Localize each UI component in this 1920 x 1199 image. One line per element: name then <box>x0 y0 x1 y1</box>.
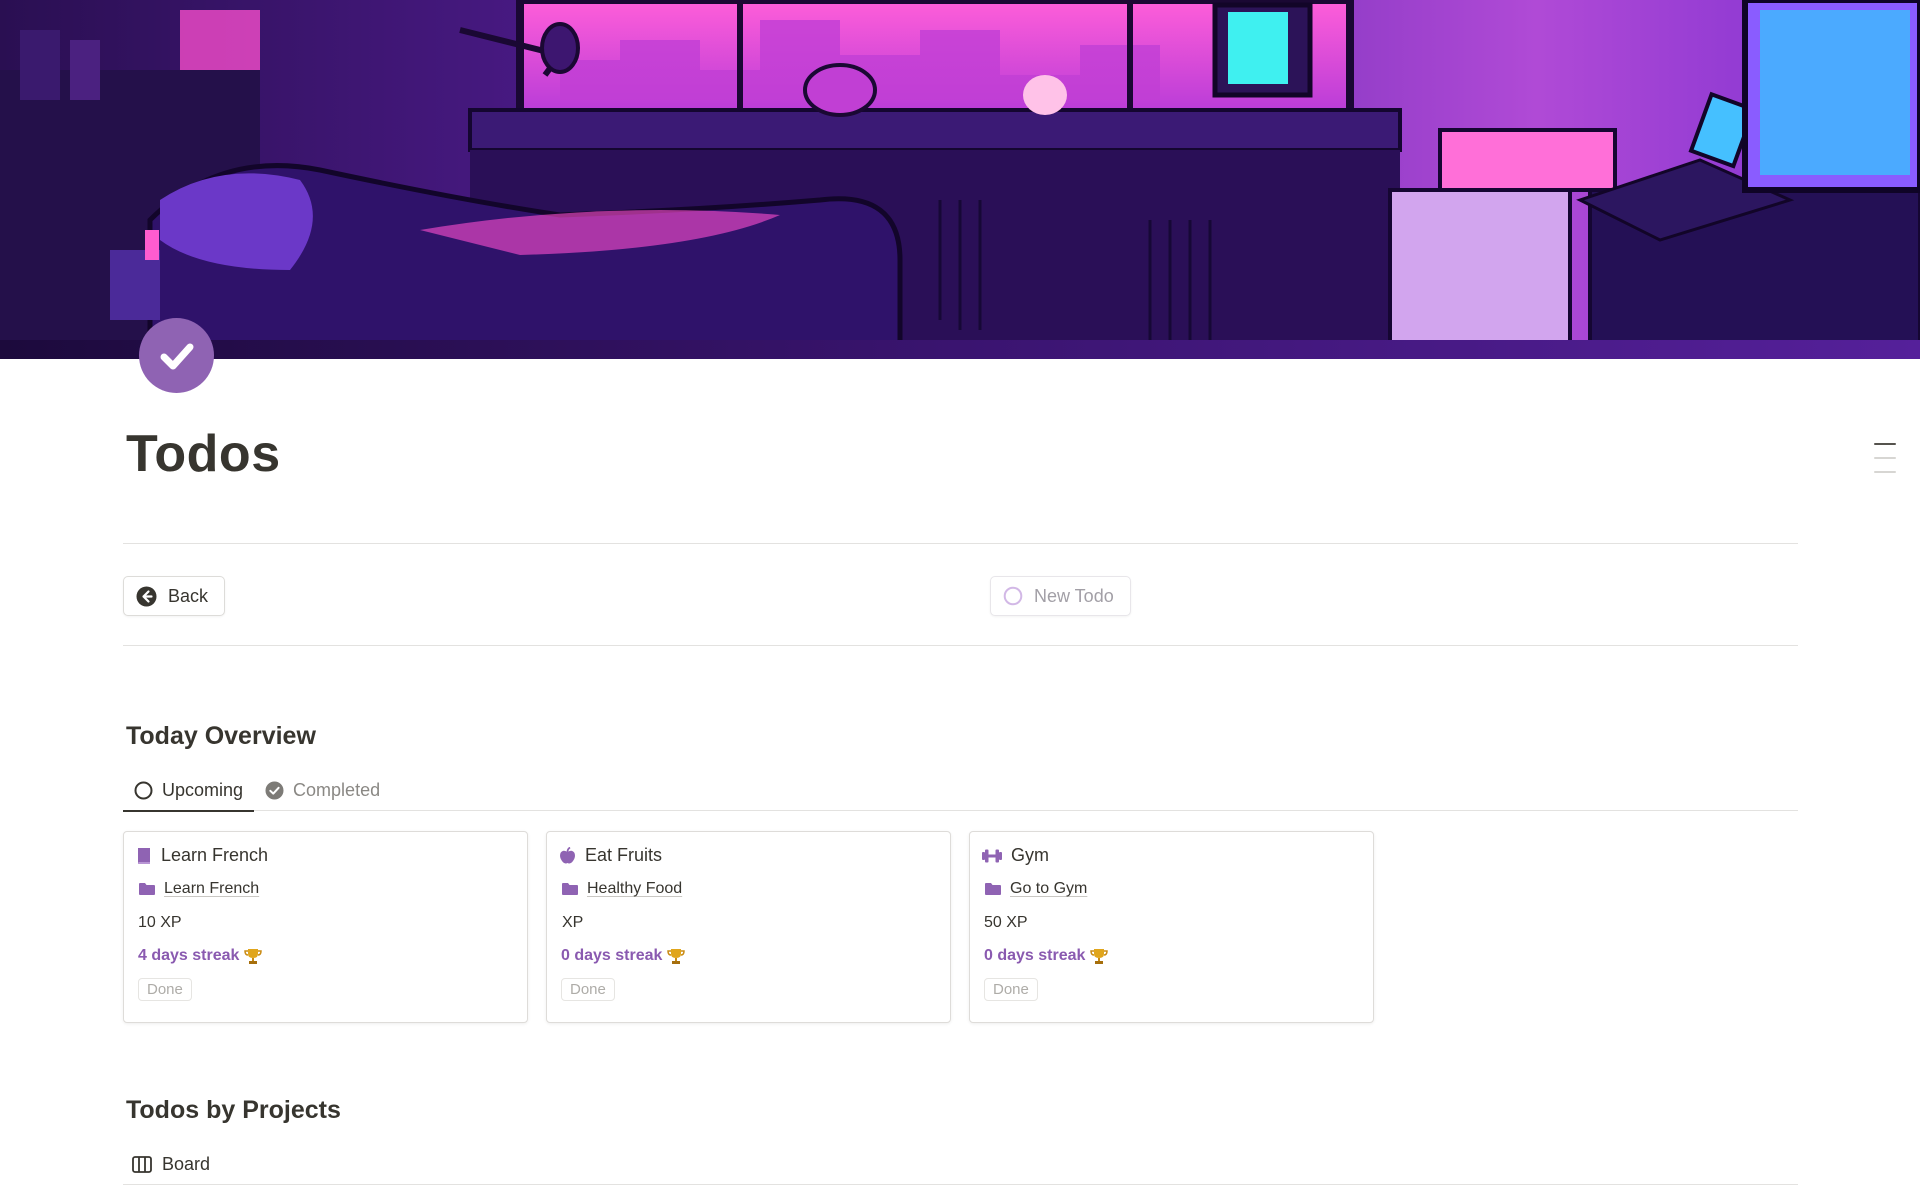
streak-text: 0 days streak <box>984 947 1109 965</box>
todo-card[interactable]: Eat Fruits Healthy Food XP 0 days streak… <box>546 831 951 1023</box>
back-button-label: Back <box>168 585 209 606</box>
folder-icon <box>985 882 1001 896</box>
checkmark-circle-icon[interactable] <box>139 318 214 393</box>
todos-by-projects-heading: Todos by Projects <box>126 1096 341 1124</box>
check-circle-icon <box>265 781 284 800</box>
table-of-contents-indicator[interactable] <box>1874 443 1896 485</box>
project-link[interactable]: Learn French <box>139 880 259 898</box>
trophy-icon <box>244 947 263 965</box>
done-button[interactable]: Done <box>984 978 1038 1001</box>
arrow-left-circle-icon <box>136 586 157 607</box>
done-button[interactable]: Done <box>138 978 192 1001</box>
card-title: Learn French <box>161 845 269 865</box>
trophy-icon <box>667 947 686 965</box>
new-todo-button-label: New Todo <box>1034 585 1114 606</box>
back-button[interactable]: Back <box>123 576 226 616</box>
xp-value: XP <box>562 914 584 931</box>
circle-outline-icon <box>1003 586 1023 606</box>
streak-label: 0 days streak <box>561 947 663 964</box>
card-title: Eat Fruits <box>585 845 663 865</box>
divider <box>123 543 1798 544</box>
trophy-icon <box>1090 947 1109 965</box>
book-icon <box>136 847 152 865</box>
project-name: Learn French <box>164 880 260 897</box>
apple-icon <box>559 846 576 865</box>
cover-image <box>0 0 1920 359</box>
xp-value: 10 XP <box>138 914 182 931</box>
card-title: Gym <box>1011 845 1049 865</box>
tab-board[interactable]: Board <box>123 1144 1798 1185</box>
project-name: Healthy Food <box>587 880 683 897</box>
folder-icon <box>562 882 578 896</box>
streak-text: 4 days streak <box>138 947 263 965</box>
tab-label: Upcoming <box>162 780 244 800</box>
new-todo-button[interactable]: New Todo <box>990 576 1131 616</box>
project-link[interactable]: Go to Gym <box>985 880 1087 898</box>
board-columns-icon <box>132 1155 152 1173</box>
view-tabs: Upcoming Completed <box>123 770 1798 812</box>
xp-value: 50 XP <box>984 914 1028 931</box>
project-link[interactable]: Healthy Food <box>562 880 682 898</box>
divider <box>123 645 1798 646</box>
page-title[interactable]: Todos <box>126 424 281 484</box>
tab-completed[interactable]: Completed <box>254 770 391 811</box>
streak-label: 0 days streak <box>984 947 1086 964</box>
tab-upcoming[interactable]: Upcoming <box>123 770 255 812</box>
board-tab-label: Board <box>162 1153 211 1174</box>
done-button[interactable]: Done <box>561 978 615 1001</box>
today-overview-heading: Today Overview <box>126 722 316 750</box>
project-name: Go to Gym <box>1010 880 1088 897</box>
todo-card[interactable]: Learn French Learn French 10 XP 4 days s… <box>123 831 528 1023</box>
streak-label: 4 days streak <box>138 947 240 964</box>
folder-icon <box>139 882 155 896</box>
dumbbell-icon <box>982 849 1002 863</box>
streak-text: 0 days streak <box>561 947 686 965</box>
todo-card[interactable]: Gym Go to Gym 50 XP 0 days streak Done <box>969 831 1374 1023</box>
circle-outline-icon <box>134 781 153 800</box>
tab-label: Completed <box>293 780 381 800</box>
